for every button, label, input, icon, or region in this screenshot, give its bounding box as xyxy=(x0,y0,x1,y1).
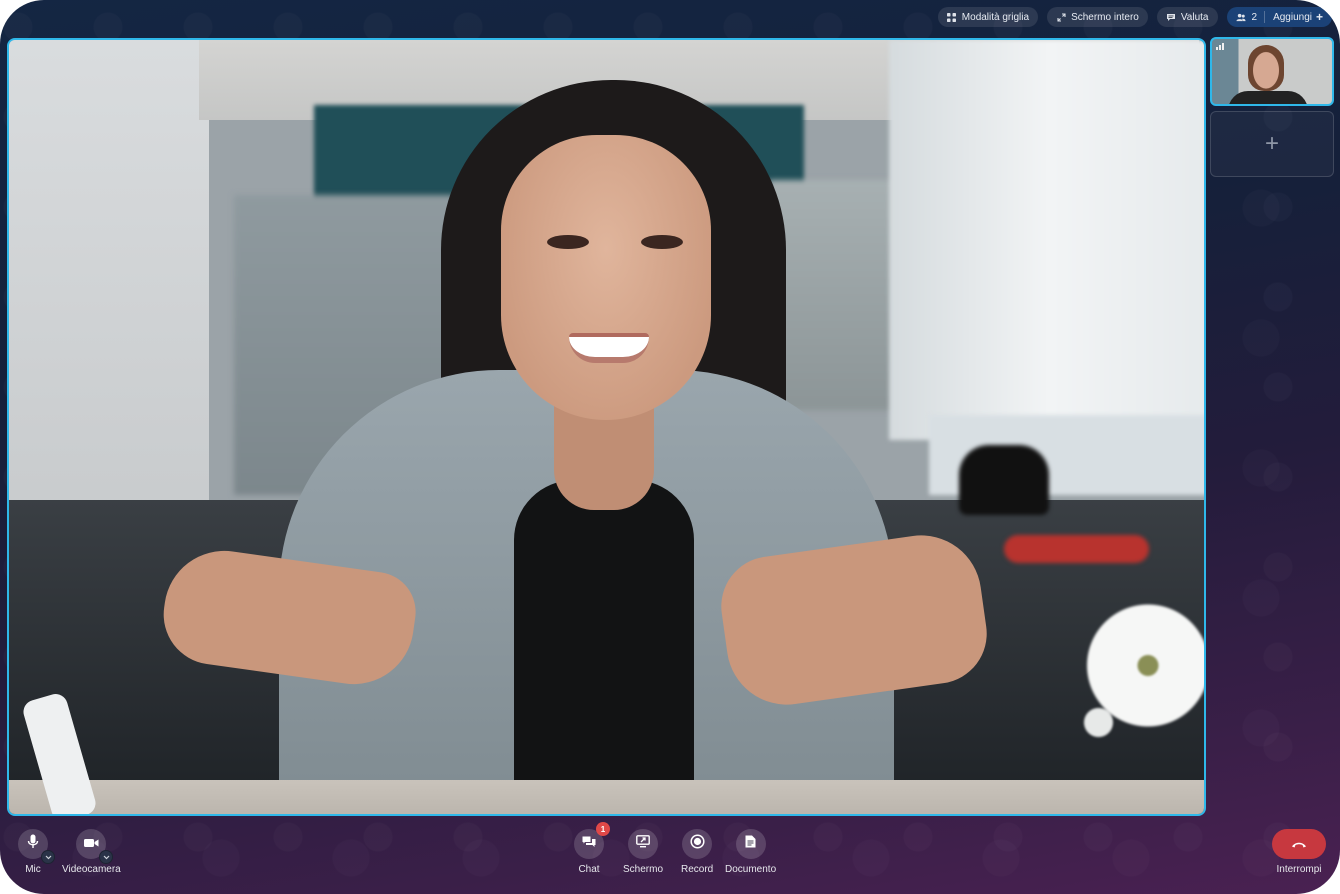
video-call-window: Modalità griglia Schermo intero Valuta 2… xyxy=(0,0,1340,894)
chat-label: Chat xyxy=(578,864,600,875)
background-windows xyxy=(889,40,1204,440)
speaker-eye xyxy=(641,235,683,249)
document-label: Documento xyxy=(725,864,777,875)
speaker-eye xyxy=(547,235,589,249)
video-frame xyxy=(9,40,1204,814)
hang-up-label: Interrompi xyxy=(1276,864,1322,875)
record-icon xyxy=(690,834,705,854)
fullscreen-label: Schermo intero xyxy=(1071,11,1139,23)
hang-up-button[interactable]: Interrompi xyxy=(1272,829,1326,875)
participant-body xyxy=(1228,91,1308,104)
background-wall xyxy=(9,40,209,520)
rate-button[interactable]: Valuta xyxy=(1156,7,1218,27)
record-button[interactable]: Record xyxy=(681,829,713,875)
expand-icon xyxy=(1056,12,1066,22)
mic-label: Mic xyxy=(25,864,41,875)
camera-options-chevron[interactable] xyxy=(99,850,114,864)
mic-button[interactable]: Mic xyxy=(18,829,55,875)
background-shelf xyxy=(769,180,899,410)
document-icon xyxy=(745,835,756,853)
speaker-smile xyxy=(569,333,649,363)
main-video-feed[interactable] xyxy=(7,38,1206,816)
participant-count: 2 xyxy=(1251,11,1258,23)
participant-head xyxy=(1248,45,1284,91)
participants-button[interactable]: 2 Aggiungi + xyxy=(1226,7,1332,27)
foreground-desk xyxy=(9,780,1204,814)
participant-thumbnail[interactable] xyxy=(1210,37,1334,106)
video-camera-button[interactable]: Videocamera xyxy=(62,829,121,875)
speaker-shirt xyxy=(514,480,694,814)
chat-unread-badge: 1 xyxy=(596,822,610,836)
record-label: Record xyxy=(681,864,714,875)
divider xyxy=(1264,11,1266,23)
video-camera-icon xyxy=(83,835,99,853)
chat-icon xyxy=(582,835,596,853)
chat-button[interactable]: 1 Chat xyxy=(574,822,610,875)
screen-share-button[interactable]: Schermo xyxy=(623,829,663,875)
top-toolbar: Modalità griglia Schermo intero Valuta 2… xyxy=(937,7,1332,27)
video-camera-label: Videocamera xyxy=(62,864,121,875)
grid-mode-label: Modalità griglia xyxy=(961,11,1030,23)
document-button[interactable]: Documento xyxy=(725,829,776,875)
hang-up-icon xyxy=(1291,835,1307,853)
fullscreen-button[interactable]: Schermo intero xyxy=(1047,7,1148,27)
mic-options-chevron[interactable] xyxy=(41,850,55,864)
add-participant-slot[interactable]: + xyxy=(1210,111,1334,177)
speaker-face xyxy=(501,135,711,420)
microphone-icon xyxy=(27,834,39,854)
background-chair xyxy=(959,445,1049,515)
add-participant-label[interactable]: Aggiungi xyxy=(1273,12,1312,23)
screen-share-icon xyxy=(636,835,650,853)
plus-icon: + xyxy=(1315,10,1323,24)
rate-label: Valuta xyxy=(1180,11,1209,23)
grid-mode-button[interactable]: Modalità griglia xyxy=(937,7,1039,27)
screen-share-label: Schermo xyxy=(623,864,664,875)
message-icon xyxy=(1166,12,1176,22)
signal-bars-icon xyxy=(1216,43,1224,50)
background-chair-seat xyxy=(1004,535,1149,563)
grid-icon xyxy=(947,12,957,22)
plus-icon: + xyxy=(1264,130,1279,157)
users-icon xyxy=(1235,12,1246,22)
foreground-flower xyxy=(1049,580,1204,770)
